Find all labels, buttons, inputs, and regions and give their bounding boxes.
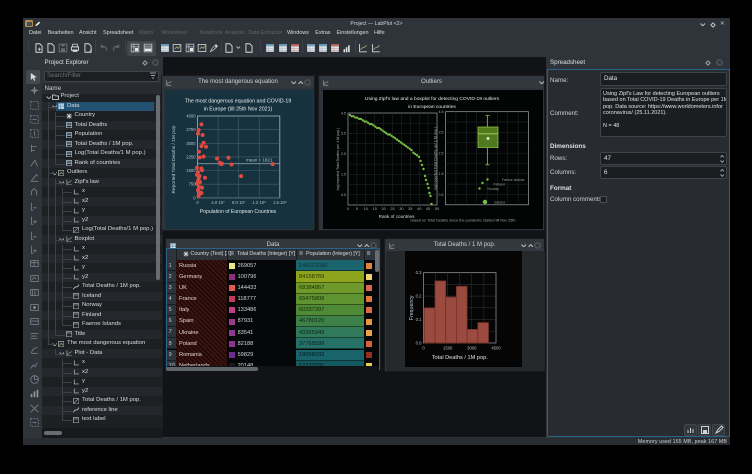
svg-text:Total Deaths / 1M pop.: Total Deaths / 1M pop. [432,355,488,361]
svg-text:Using Zipf's law and a boxplot: Using Zipf's law and a boxplot for detec… [365,96,500,102]
svg-text:1500: 1500 [443,346,453,351]
svg-text:1.5: 1.5 [439,172,444,176]
svg-text:3.5: 3.5 [341,132,346,136]
svg-text:1500: 1500 [186,168,196,173]
svg-text:0.5: 0.5 [341,193,346,197]
svg-text:mean = 1821: mean = 1821 [246,158,273,163]
svg-text:4000: 4000 [186,114,196,119]
svg-text:2.5: 2.5 [439,151,444,155]
svg-text:0.3: 0.3 [416,270,422,275]
svg-text:3750: 3750 [186,127,196,132]
svg-text:0: 0 [347,207,349,211]
svg-text:4.5: 4.5 [341,111,346,115]
svg-text:2250: 2250 [186,154,196,159]
svg-text:3000: 3000 [467,346,477,351]
svg-text:in Europe (till 25th Nov 2021): in Europe (till 25th Nov 2021) [204,107,273,113]
svg-text:log(reported Total Deaths per: log(reported Total Deaths per 1 M pop.) [434,127,438,190]
svg-text:35: 35 [408,207,412,211]
svg-text:3.5: 3.5 [439,131,444,135]
svg-text:0.0: 0.0 [416,340,422,345]
svg-text:30: 30 [399,207,403,211]
svg-text:4500: 4500 [491,346,501,351]
svg-text:15: 15 [373,207,377,211]
svg-text:log(reported Total Deaths per: log(reported Total Deaths per 1 M pop.) [336,128,340,191]
svg-text:1.5: 1.5 [341,173,346,177]
svg-text:0.2: 0.2 [416,294,422,299]
svg-text:based on Total Deaths since th: based on Total Deaths since the pandemic… [410,219,515,223]
svg-text:The most dangerous equation an: The most dangerous equation and COVID-19 [185,99,292,105]
svg-text:50: 50 [435,207,439,211]
svg-text:Faeroe Islands: Faeroe Islands [502,178,525,182]
svg-text:0: 0 [196,200,199,205]
svg-text:0.5: 0.5 [439,193,444,197]
svg-text:0: 0 [422,346,425,351]
svg-text:5: 5 [356,207,358,211]
svg-text:Finland: Finland [494,183,505,187]
svg-text:25: 25 [390,207,394,211]
svg-text:Reported Total Deaths / 1M pop: Reported Total Deaths / 1M pop. [171,125,177,194]
svg-text:750: 750 [189,182,197,187]
svg-text:1.2·10⁸: 1.2·10⁸ [252,200,266,205]
svg-text:4.5: 4.5 [439,110,444,114]
svg-text:4.0·10⁷: 4.0·10⁷ [211,200,225,205]
svg-text:1.6·10⁸: 1.6·10⁸ [273,200,287,205]
svg-text:3000: 3000 [186,141,196,146]
svg-text:Iceland: Iceland [494,201,505,205]
svg-text:10: 10 [364,207,368,211]
svg-text:Population of European Countri: Population of European Countries [200,209,277,215]
svg-text:2.5: 2.5 [341,152,346,156]
svg-text:Frequency: Frequency [409,295,415,320]
svg-text:in European countries: in European countries [408,104,456,110]
svg-text:0.1: 0.1 [416,317,422,322]
svg-text:20: 20 [381,207,385,211]
svg-text:40: 40 [417,207,421,211]
svg-text:8.0·10⁷: 8.0·10⁷ [232,200,246,205]
svg-text:45: 45 [426,207,430,211]
svg-text:Norway: Norway [488,187,500,191]
